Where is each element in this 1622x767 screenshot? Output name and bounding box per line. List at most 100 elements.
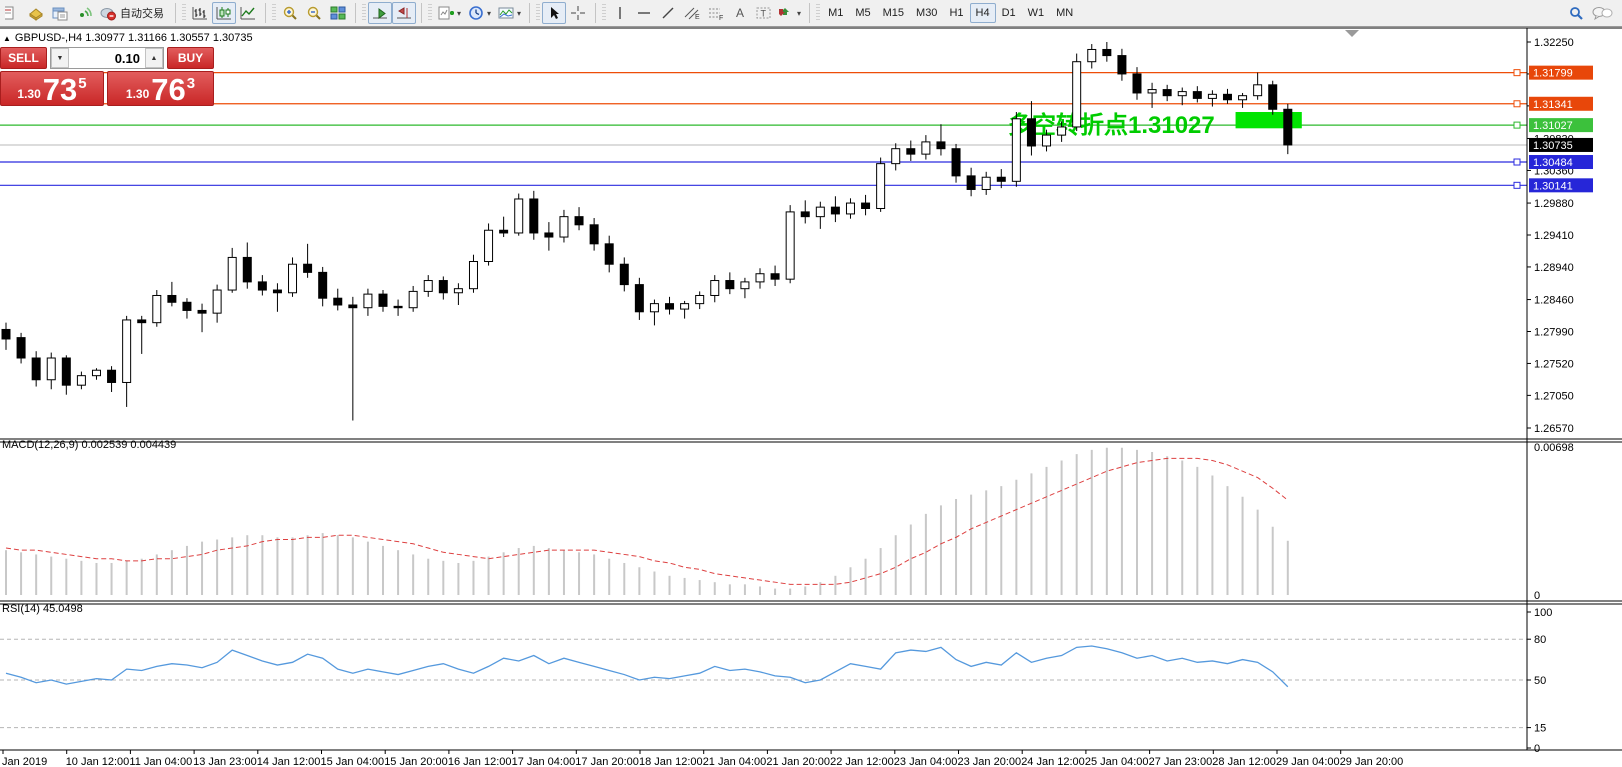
- toolbar-button-label: M30: [916, 7, 938, 19]
- candle-body: [197, 309, 207, 314]
- time-tick-label: 27 Jan 23:00: [1149, 756, 1213, 767]
- signals-button[interactable]: [72, 2, 96, 24]
- timeframe-button-M15[interactable]: M15: [877, 3, 910, 23]
- search-button[interactable]: [1564, 2, 1588, 24]
- volume-decrease-button[interactable]: ▼: [51, 48, 69, 68]
- trendline-button[interactable]: [656, 2, 680, 24]
- auto-scroll-button[interactable]: [368, 2, 392, 24]
- periods-button[interactable]: ▾: [464, 2, 494, 24]
- timeframe-button-MN[interactable]: MN: [1050, 3, 1079, 23]
- toolbar-separator: [529, 3, 531, 23]
- candle-body: [1072, 61, 1082, 128]
- candle-body: [137, 319, 147, 324]
- candle-body: [921, 141, 931, 155]
- buy-button[interactable]: BUY: [167, 47, 214, 69]
- line-handle[interactable]: [1513, 181, 1521, 189]
- toolbar-separator: [809, 3, 811, 23]
- sell-button[interactable]: SELL: [0, 47, 47, 69]
- candlestick-chart-icon: [215, 5, 233, 21]
- indicators-icon: [437, 5, 455, 21]
- chart-shift-button[interactable]: [392, 2, 416, 24]
- charts-window-button[interactable]: [48, 2, 72, 24]
- line-handle[interactable]: [1513, 158, 1521, 166]
- time-tick-label: 17 Jan 20:00: [575, 756, 639, 767]
- chat-icon: [1591, 5, 1613, 21]
- candle-body: [1147, 89, 1157, 94]
- price-tick-label: 1.29410: [1534, 230, 1574, 242]
- candle-body: [529, 198, 539, 234]
- candle-body: [936, 141, 946, 150]
- horizontal-line-button[interactable]: [632, 2, 656, 24]
- toolbar-grip: [816, 4, 821, 22]
- new-order-icon: [5, 5, 19, 21]
- arrows-button[interactable]: ▾: [776, 2, 804, 24]
- templates-button[interactable]: ▾: [494, 2, 524, 24]
- chat-button[interactable]: [1588, 2, 1616, 24]
- candle-body: [363, 293, 373, 309]
- candle-body: [559, 216, 569, 238]
- volume-increase-button[interactable]: ▲: [145, 48, 163, 68]
- timeframe-button-M1[interactable]: M1: [822, 3, 849, 23]
- candle-body: [891, 148, 901, 165]
- turning-point-annotation[interactable]: 多空转折点1.31027: [1008, 111, 1215, 139]
- volume-value[interactable]: 0.10: [69, 48, 145, 68]
- price-label-text: 1.31341: [1533, 99, 1573, 111]
- line-handle[interactable]: [1513, 121, 1521, 129]
- zoom-out-button[interactable]: [302, 2, 326, 24]
- sell-price-pip: 5: [78, 75, 87, 92]
- price-tick-label: 1.27520: [1534, 358, 1574, 370]
- timeframe-button-W1[interactable]: W1: [1022, 3, 1051, 23]
- cursor-button[interactable]: [542, 2, 567, 24]
- chart-window: 多空转折点1.310271.322501.317801.313101.30830…: [0, 27, 1622, 767]
- sell-price-button[interactable]: 1.30 73 5: [0, 71, 104, 106]
- expert-advisors-button[interactable]: [24, 2, 48, 24]
- candle-body: [272, 289, 282, 294]
- line-handle[interactable]: [1513, 100, 1521, 108]
- candle-body: [1042, 134, 1052, 147]
- timeframe-button-M5[interactable]: M5: [849, 3, 876, 23]
- timeframe-button-H1[interactable]: H1: [943, 3, 969, 23]
- toolbar-separator: [595, 3, 597, 23]
- tile-windows-button[interactable]: [326, 2, 350, 24]
- timeframe-button-M30[interactable]: M30: [910, 3, 943, 23]
- fibonacci-icon: F: [707, 5, 725, 21]
- indicators-button[interactable]: ▾: [434, 2, 464, 24]
- vertical-line-button[interactable]: [608, 2, 632, 24]
- toolbar-button-label: M1: [828, 7, 844, 19]
- time-tick-label: 28 Jan 12:00: [1212, 756, 1276, 767]
- price-tick-label: 1.29880: [1534, 198, 1574, 210]
- toolbar-button-label: H4: [975, 7, 990, 19]
- text-button[interactable]: A: [728, 2, 752, 24]
- crosshair-button[interactable]: [566, 2, 590, 24]
- candle-body: [1268, 84, 1278, 110]
- zoom-in-button[interactable]: [278, 2, 302, 24]
- candle-body: [303, 263, 313, 273]
- line-handle[interactable]: [1513, 69, 1521, 77]
- search-icon: [1567, 5, 1585, 21]
- time-tick-label: 18 Jan 12:00: [639, 756, 703, 767]
- time-tick-label: 11 Jan 04:00: [129, 756, 192, 767]
- toolbar-separator: [265, 3, 266, 23]
- candle-body: [393, 305, 403, 309]
- toolbar-grip: [362, 4, 366, 22]
- periods-icon: [467, 5, 485, 21]
- new-order-button[interactable]: [0, 2, 24, 24]
- label-button[interactable]: T: [752, 2, 776, 24]
- line-chart-button[interactable]: [236, 2, 260, 24]
- svg-text:E: E: [695, 14, 700, 21]
- timeframe-button-D1[interactable]: D1: [996, 3, 1022, 23]
- candle-body: [484, 229, 494, 263]
- bar-chart-button[interactable]: [188, 2, 212, 24]
- time-tick-label: 16 Jan 12:00: [448, 756, 512, 767]
- volume-stepper: ▼ 0.10 ▲: [50, 47, 164, 69]
- channel-button[interactable]: E: [680, 2, 704, 24]
- timeframe-button-H4[interactable]: H4: [969, 3, 996, 23]
- toolbar-separator: [421, 3, 422, 23]
- candle-body: [333, 297, 343, 306]
- fibonacci-button[interactable]: F: [704, 2, 728, 24]
- candlestick-chart-button[interactable]: [212, 2, 236, 24]
- toolbar-button-label: 自动交易: [120, 8, 164, 20]
- autotrading-button[interactable]: 自动交易: [96, 2, 170, 24]
- buy-price-button[interactable]: 1.30 76 3: [107, 71, 214, 106]
- candle-body: [951, 148, 961, 177]
